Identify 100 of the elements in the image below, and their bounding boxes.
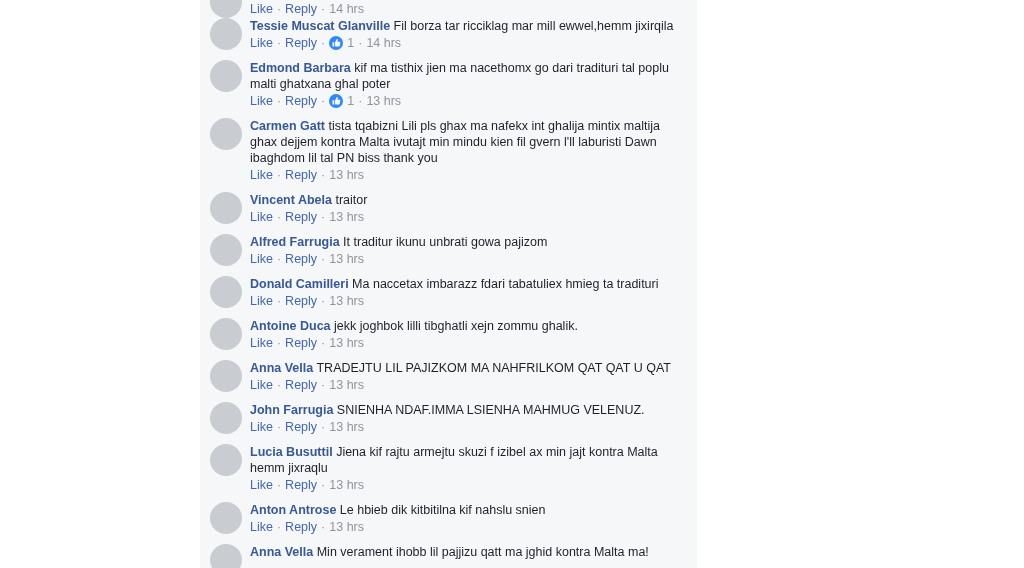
reply-link[interactable]: Reply (285, 249, 318, 269)
separator: · (358, 92, 363, 110)
avatar[interactable] (210, 276, 242, 308)
author-link[interactable]: Vincent Abela (250, 193, 332, 207)
avatar[interactable] (210, 192, 242, 224)
like-link[interactable]: Like (250, 375, 273, 395)
timestamp: 13 hrs (329, 166, 364, 184)
separator: · (321, 250, 326, 268)
thumbs-up-icon[interactable] (329, 94, 344, 108)
reply-link[interactable]: Reply (285, 165, 318, 185)
like-count: 1 (347, 92, 355, 110)
timestamp: 13 hrs (329, 418, 364, 436)
like-count: 1 (347, 34, 355, 52)
like-link[interactable]: Like (250, 333, 273, 353)
separator: · (321, 334, 326, 352)
timestamp: 14 hrs (329, 0, 364, 18)
comment-text: John Farrugia SNIENHA NDAF.IMMA LSIENHA MAHMUG VELENUZ. (250, 402, 646, 418)
separator: · (276, 250, 282, 268)
comment-text: Lucia Busuttil Jiena kif rajtu armejtu skuzi f izibel ax min jajt kontra Malta hemm jixraqlu (250, 444, 659, 476)
author-link[interactable]: Antoine Duca (250, 319, 331, 333)
like-link[interactable]: Like (250, 33, 273, 53)
separator: · (321, 418, 326, 436)
like-link[interactable]: Like (250, 475, 273, 495)
reply-link[interactable]: Reply (285, 475, 318, 495)
timestamp: 14 hrs (366, 34, 402, 52)
comment-text: Edmond Barbara kif ma tisthix jien ma nacethomx go dari tradituri tal poplu malti ghatxana ghal poter (250, 60, 670, 92)
reply-link[interactable]: Reply (285, 91, 318, 111)
avatar[interactable] (210, 360, 242, 392)
comment-text: Carmen Gatt tista tqabizni Lili pls ghax ma nafekx int ghalija mintix maltija ghax dejjem kontra Malta ivutajt min mindu kien fil gvern l'll laburisti Dawn ibaghdom lil tal PN biss thank you (250, 118, 661, 166)
like-link[interactable]: Like (250, 249, 273, 269)
comment-text: Vincent Abela traitor (250, 192, 369, 208)
separator: · (276, 0, 282, 18)
author-link[interactable]: Donald Camilleri (250, 277, 349, 291)
timestamp: 13 hrs (329, 250, 364, 268)
separator: · (358, 34, 363, 52)
comment-text: Anna Vella TRADEJTU LIL PAJIZKOM MA NAHFRILKOM QAT QAT U QAT (250, 360, 672, 376)
reply-link[interactable]: Reply (285, 291, 318, 311)
comment-text: Antoine Duca jekk joghbok lilli tibghatli xejn zommu ghalik. (250, 318, 579, 334)
comment-text: Donald Camilleri Ma naccetax imbarazz fdari tabatuliex hmieg ta tradituri (250, 276, 660, 292)
like-link[interactable]: Like (250, 517, 273, 537)
separator: · (276, 518, 282, 536)
reply-link[interactable]: Reply (285, 517, 318, 537)
separator: · (276, 334, 282, 352)
timestamp: 13 hrs (329, 376, 364, 394)
like-link[interactable]: Like (250, 207, 273, 227)
timestamp: 13 hrs (366, 92, 402, 110)
comment-text: Anna Vella Min verament ihobb lil pajjizu qatt ma jghid kontra Malta ma! (250, 544, 650, 560)
separator: · (321, 34, 326, 52)
timestamp: 13 hrs (329, 208, 364, 226)
separator: · (276, 166, 282, 184)
author-link[interactable]: John Farrugia (250, 403, 334, 417)
separator: · (321, 292, 326, 310)
timestamp: 13 hrs (329, 518, 364, 536)
author-link[interactable]: Anna Vella (250, 545, 314, 559)
avatar[interactable] (210, 60, 242, 92)
thumbs-up-icon[interactable] (329, 36, 344, 50)
reply-link[interactable]: Reply (285, 33, 318, 53)
timestamp: 13 hrs (329, 334, 364, 352)
separator: · (321, 376, 326, 394)
author-link[interactable]: Anton Antrose (250, 503, 337, 517)
author-link[interactable]: Tessie Muscat Glanville (250, 19, 391, 33)
separator: · (321, 0, 326, 18)
separator: · (276, 92, 282, 110)
avatar[interactable] (210, 18, 242, 50)
separator: · (321, 518, 326, 536)
separator: · (276, 376, 282, 394)
like-link[interactable]: Like (250, 417, 273, 437)
comment-text: Anton Antrose Le hbieb dik kitbitilna kif nahslu snien (250, 502, 547, 518)
avatar[interactable] (210, 502, 242, 534)
separator: · (276, 292, 282, 310)
reply-link[interactable]: Reply (285, 0, 318, 19)
avatar[interactable] (210, 544, 242, 568)
separator: · (276, 34, 282, 52)
author-link[interactable]: Anna Vella (250, 361, 314, 375)
separator: · (321, 166, 326, 184)
avatar[interactable] (210, 318, 242, 350)
like-link[interactable]: Like (250, 291, 273, 311)
avatar[interactable] (210, 234, 242, 266)
like-link[interactable]: Like (250, 165, 273, 185)
reply-link[interactable]: Reply (285, 333, 318, 353)
avatar[interactable] (210, 402, 242, 434)
reply-link[interactable]: Reply (285, 207, 318, 227)
author-link[interactable]: Alfred Farrugia (250, 235, 340, 249)
separator: · (321, 476, 326, 494)
like-link[interactable]: Like (250, 91, 273, 111)
separator: · (276, 418, 282, 436)
timestamp: 13 hrs (329, 476, 364, 494)
separator: · (321, 208, 326, 226)
separator: · (276, 476, 282, 494)
reply-link[interactable]: Reply (285, 375, 318, 395)
author-link[interactable]: Lucia Busuttil (250, 445, 333, 459)
separator: · (321, 92, 326, 110)
reply-link[interactable]: Reply (285, 417, 318, 437)
author-link[interactable]: Edmond Barbara (250, 61, 351, 75)
avatar[interactable] (210, 118, 242, 150)
comment-text: Alfred Farrugia It traditur ikunu unbrati gowa pajizom (250, 234, 549, 250)
like-link[interactable]: Like (250, 0, 273, 19)
separator: · (276, 208, 282, 226)
avatar[interactable] (210, 444, 242, 476)
author-link[interactable]: Carmen Gatt (250, 119, 326, 133)
